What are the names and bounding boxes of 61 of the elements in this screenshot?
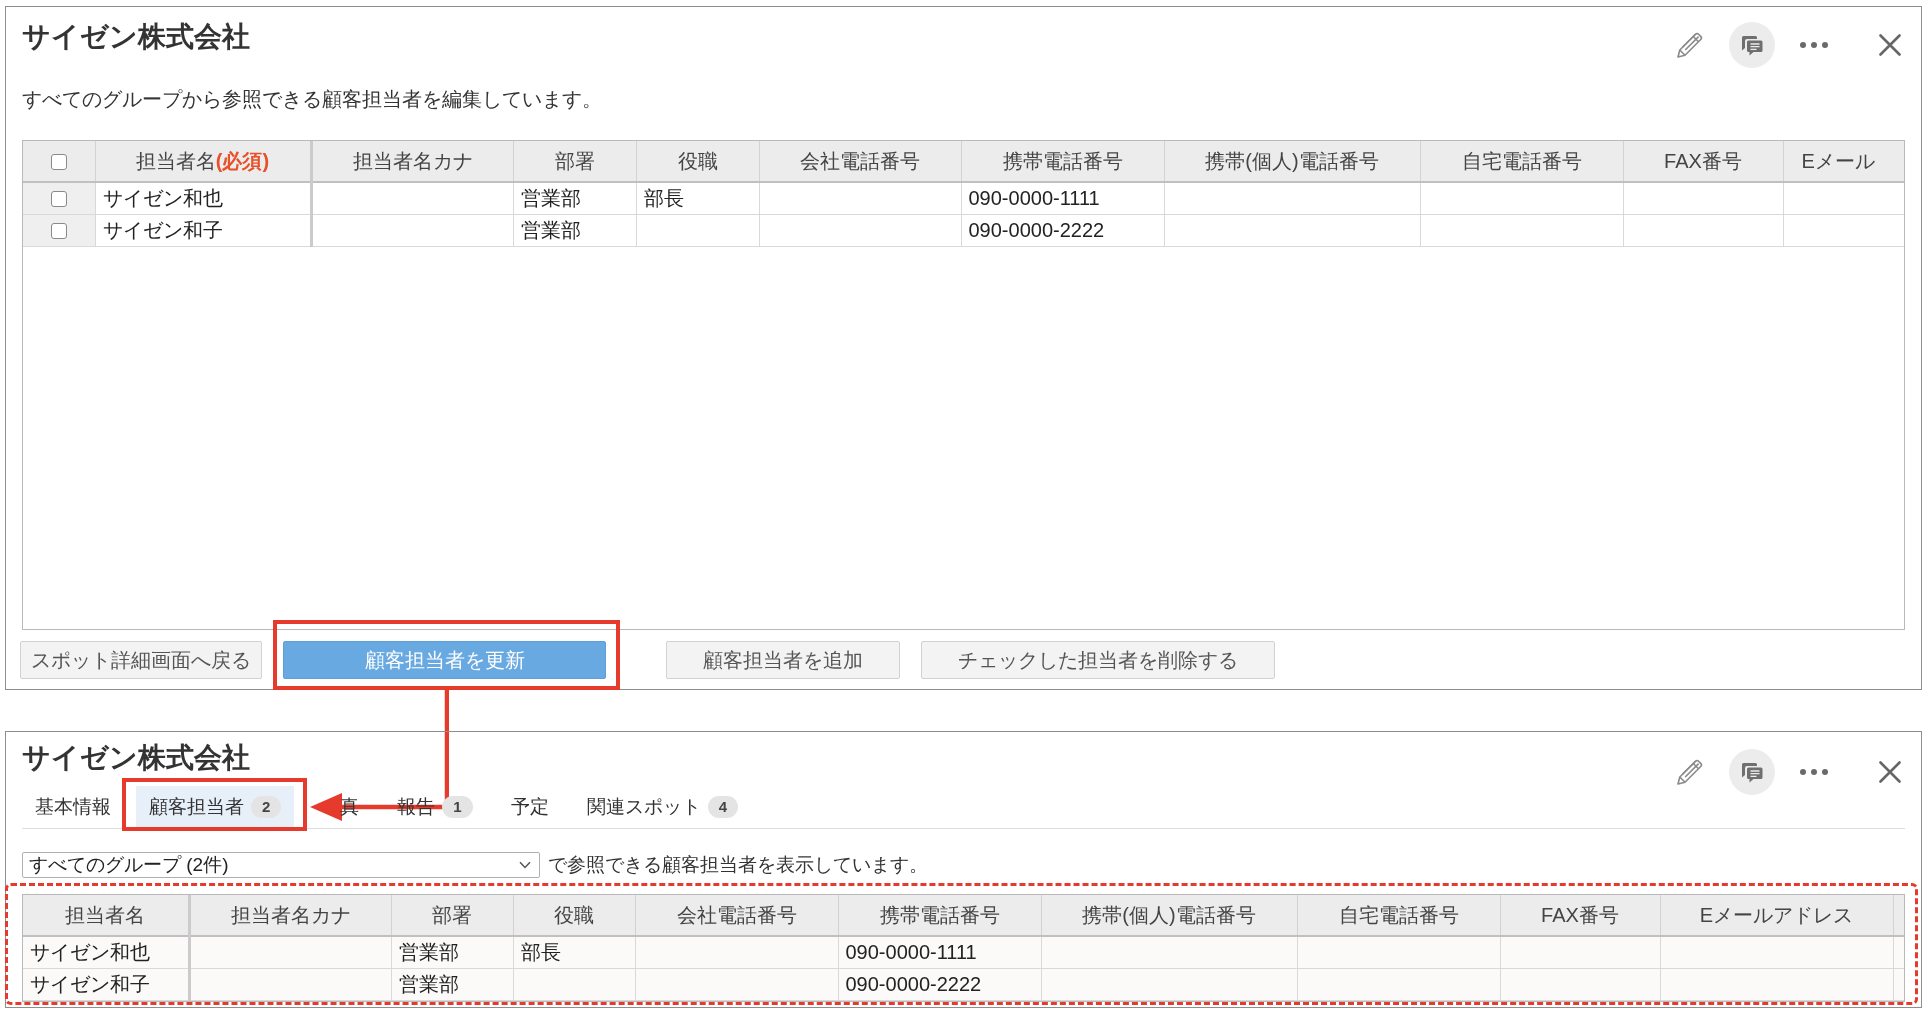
chat-icon[interactable] [1729,22,1775,68]
table-cell: 部長 [636,182,759,214]
checkbox[interactable] [50,154,67,171]
column-header: 会社電話番号 [635,895,838,936]
more-icon[interactable] [1800,769,1828,775]
description-text: すべてのグループから参照できる顧客担当者を編集しています。 [22,87,603,112]
column-header: Eメールアドレス [1660,895,1893,936]
table-cell: サイゼン和也 [95,182,311,214]
table-cell: 営業部 [513,214,636,246]
column-header: 役職 [513,895,635,936]
count-badge: 1 [442,796,473,818]
table-cell: 090-0000-2222 [838,968,1041,1000]
count-badge: 4 [707,796,739,818]
column-header: 役職 [636,141,759,182]
action-button[interactable]: チェックした担当者を削除する [921,641,1275,679]
description-text: で参照できる顧客担当者を表示しています。 [548,853,928,877]
column-header: 自宅電話番号 [1297,895,1500,936]
table-cell: サイゼン和子 [23,968,189,1000]
panel-title: サイゼン株式会社 [22,20,250,53]
table-cell: 部長 [513,936,635,968]
table-cell: 営業部 [513,182,636,214]
table-cell: 090-0000-1111 [961,182,1164,214]
column-header: FAX番号 [1500,895,1660,936]
column-header: 担当者名(必須) [95,141,311,182]
column-header: 携帯(個人)電話番号 [1164,141,1420,182]
more-icon[interactable] [1800,42,1828,48]
table-cell: 営業部 [391,936,513,968]
table-cell: 090-0000-2222 [961,214,1164,246]
column-header: 担当者名カナ [311,141,513,182]
column-header: 部署 [391,895,513,936]
table-cell: 営業部 [391,968,513,1000]
tab[interactable]: 関連スポット 4 [573,786,752,828]
column-header: 担当者名 [23,895,189,936]
close-icon[interactable] [1879,761,1901,783]
edit-icon[interactable] [1676,31,1704,59]
checkbox[interactable] [50,223,67,240]
close-icon[interactable] [1879,34,1901,56]
column-header: 携帯電話番号 [838,895,1041,936]
column-header: FAX番号 [1623,141,1783,182]
column-header: 携帯(個人)電話番号 [1041,895,1297,936]
table-cell: サイゼン和子 [95,214,311,246]
edit-icon[interactable] [1676,758,1704,786]
column-header: 部署 [513,141,636,182]
chevron-down-icon [519,861,531,869]
column-header: 携帯電話番号 [961,141,1164,182]
action-button[interactable]: 顧客担当者を追加 [666,641,900,679]
count-badge: 2 [251,796,282,818]
checkbox[interactable] [50,191,67,208]
column-header: 自宅電話番号 [1420,141,1623,182]
table-cell: サイゼン和也 [23,936,189,968]
tab[interactable]: 基本情報 [22,786,124,828]
chat-icon[interactable] [1729,749,1775,795]
table-cell: 090-0000-1111 [838,936,1041,968]
action-button[interactable]: スポット詳細画面へ戻る [20,641,262,679]
group-dropdown[interactable]: すべてのグループ (2件) [22,852,540,878]
column-header: 担当者名カナ [189,895,391,936]
tab[interactable]: 予定 [497,786,562,828]
column-header: 会社電話番号 [759,141,961,182]
panel-title: サイゼン株式会社 [22,741,251,774]
column-header: Eメール [1783,141,1904,182]
tab[interactable]: 顧客担当者 2 [136,786,295,828]
